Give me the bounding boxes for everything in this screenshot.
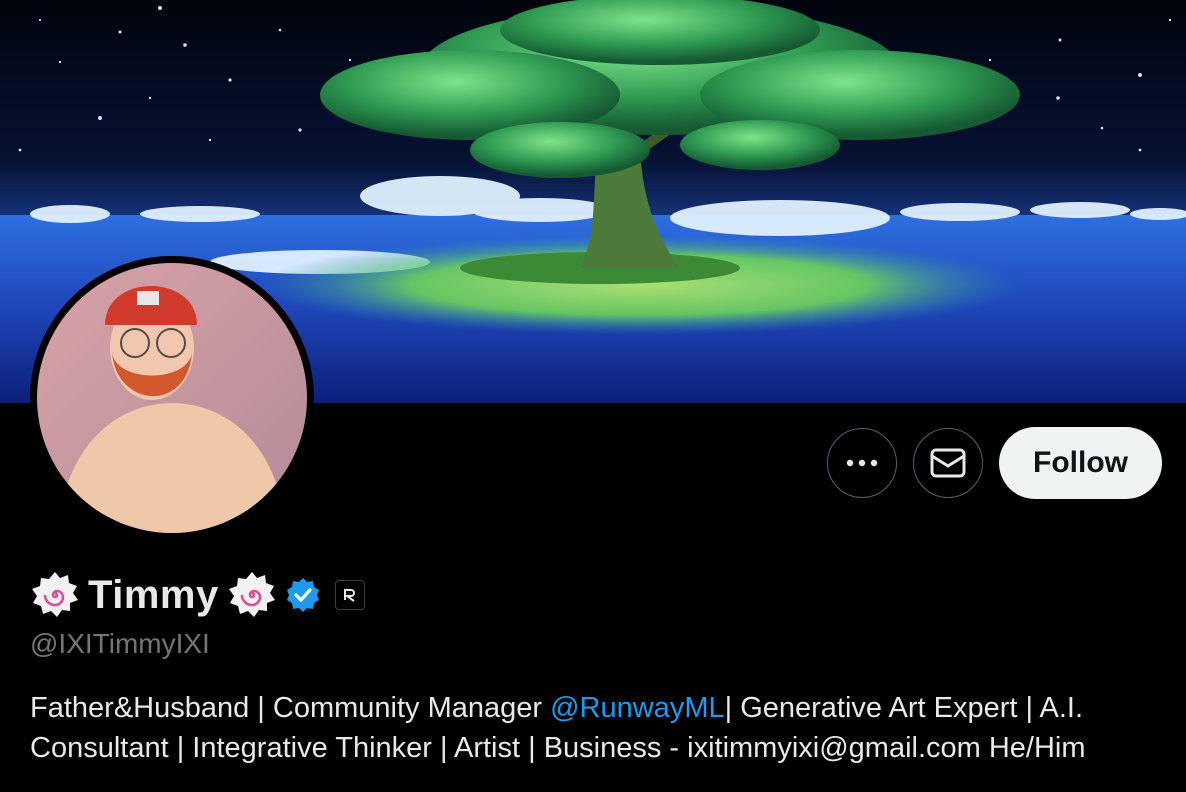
message-button[interactable] (913, 428, 984, 498)
swirl-fishcake-icon (228, 572, 275, 617)
profile-name-row: Timmy (30, 570, 365, 620)
message-icon (930, 448, 966, 478)
profile-handle: @IXITimmyIXI (30, 628, 210, 659)
display-name: Timmy (88, 572, 219, 617)
profile-page: Follow Timmy @IXITimmyIXI Father&Husband… (0, 0, 1186, 792)
profile-actions: Follow (827, 427, 1162, 499)
more-options-button[interactable] (827, 428, 898, 498)
profile-bio: Father&Husband | Community Manager @Runw… (30, 688, 1170, 768)
bio-text-start: Father&Husband | Community Manager (30, 692, 551, 724)
follow-button[interactable]: Follow (999, 427, 1162, 499)
runway-affiliation-badge[interactable] (334, 580, 365, 610)
verified-badge-icon[interactable] (285, 577, 321, 613)
bio-mention-link[interactable]: @RunwayML (550, 692, 725, 724)
avatar[interactable] (30, 256, 314, 540)
swirl-fishcake-icon (32, 572, 78, 617)
more-options-icon (846, 459, 878, 467)
runway-logo-icon (343, 589, 355, 602)
avatar-image (37, 263, 307, 533)
